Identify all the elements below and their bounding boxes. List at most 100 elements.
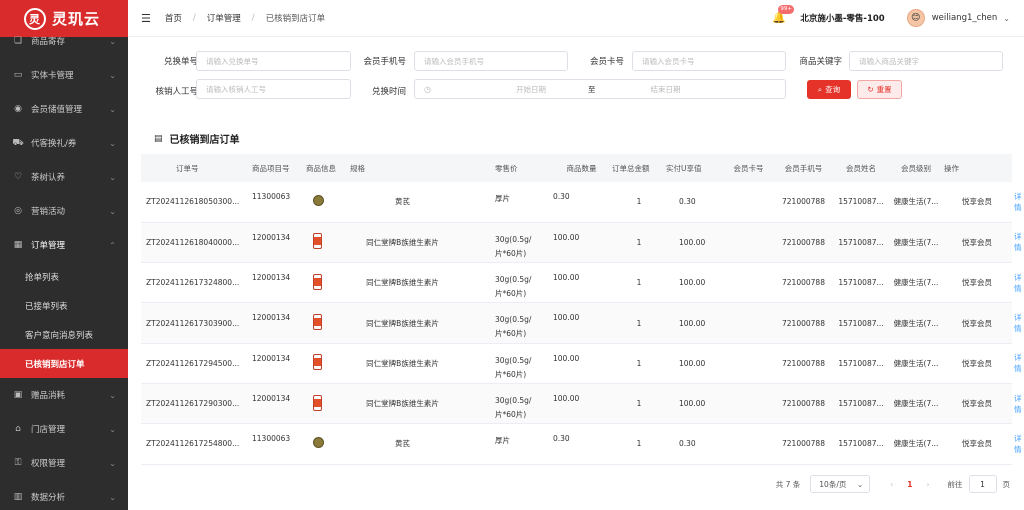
column-header: 会员级别	[890, 154, 942, 182]
member-card: 721000788	[775, 262, 832, 304]
sidebar-item-leaf[interactable]: ♡ 茶树认养 ⌄	[0, 160, 128, 194]
member-level: 悦享会员	[942, 222, 1012, 264]
sidebar-item-grid[interactable]: ▦ 订单管理 ⌃	[0, 228, 128, 262]
table-row: ZT2024112617290300... 12000134 同仁堂牌B族维生素片 3…	[141, 383, 1022, 425]
item-number: 12000134	[241, 383, 298, 425]
store-name[interactable]: 北京施小墨-零售-100	[800, 12, 884, 24]
end-date-input[interactable]: 结束日期	[625, 84, 705, 95]
verifier-input[interactable]: 请输入核销人工号	[196, 79, 351, 99]
sidebar-item-gift[interactable]: ❏ 商品寄存 ⌄	[0, 24, 128, 58]
sidebar-item-wallet[interactable]: ◉ 会员储值管理 ⌄	[0, 92, 128, 126]
member-level: 悦享会员	[942, 302, 1012, 344]
product-name: 黄芪	[350, 423, 495, 465]
product-spec: 30g(0.5g/片*60片)	[495, 383, 551, 425]
detail-link[interactable]: 详情	[1014, 434, 1022, 454]
order-total: 100.00	[666, 222, 722, 264]
avatar[interactable]: 😊	[906, 9, 925, 27]
reset-button[interactable]: ↻ 重置	[857, 80, 902, 99]
breadcrumb-order-management[interactable]: 订单管理	[207, 12, 241, 24]
keyword-input[interactable]: 请输入商品关键字	[849, 51, 1003, 71]
notification-badge: 99+	[778, 5, 794, 14]
product-spec: 厚片	[495, 182, 551, 223]
sidebar-item-label: 订单管理	[31, 241, 66, 251]
detail-link[interactable]: 详情	[1014, 192, 1022, 212]
prev-page-icon[interactable]: ‹	[890, 480, 893, 489]
sidebar-subitem[interactable]: 抢单列表	[0, 262, 128, 291]
retail-price: 100.00	[551, 302, 612, 344]
product-name: 同仁堂牌B族维生素片	[350, 383, 495, 425]
member-name: 健康生活(7...	[890, 343, 942, 384]
chevron-down-icon[interactable]: ⌄	[1003, 14, 1010, 23]
sidebar-item-box[interactable]: ▣ 赠品消耗 ⌄	[0, 378, 128, 412]
sidebar-item-label: 门店管理	[31, 425, 66, 435]
product-spec: 30g(0.5g/片*60片)	[495, 262, 551, 304]
cart-icon: ⛟	[12, 137, 24, 148]
hamburger-icon[interactable]: ☰	[141, 12, 151, 25]
sidebar-item-label: 实体卡管理	[31, 71, 74, 81]
sidebar-item-label: 权限管理	[31, 459, 66, 469]
product-name: 同仁堂牌B族维生素片	[350, 343, 495, 384]
quantity: 1	[612, 383, 666, 425]
detail-link[interactable]: 详情	[1014, 232, 1022, 252]
breadcrumb-separator: /	[251, 13, 255, 23]
verifier-label: 核销人工号	[155, 87, 198, 97]
bell-icon[interactable]: 🔔 99+	[772, 5, 794, 25]
sidebar-subitem[interactable]: 客户意向消息列表	[0, 320, 128, 349]
sidebar-item-chart[interactable]: ▥ 数据分析 ⌄	[0, 480, 128, 510]
sidebar-menu: ❏ 商品寄存 ⌄ ▭ 实体卡管理 ⌄ ◉ 会员储值管理 ⌄ ⛟ 代客换礼/券 ⌄ ♡ 茶树认养 ⌄ ◎ 营销活动…	[0, 24, 128, 510]
range-separator: 至	[587, 84, 596, 94]
leaf-icon: ♡	[13, 172, 23, 182]
redeem-no-input[interactable]: 请输入兑换单号	[196, 51, 351, 71]
detail-link[interactable]: 详情	[1014, 353, 1022, 373]
detail-link[interactable]: 详情	[1014, 394, 1022, 414]
sidebar-subitem[interactable]: 已接单列表	[0, 291, 128, 320]
username[interactable]: weiliang1_chen	[932, 13, 998, 23]
page-size-select[interactable]: 10条/页 ⌄	[810, 475, 871, 493]
order-total: 0.30	[666, 423, 722, 465]
start-date-input[interactable]: 开始日期	[491, 84, 571, 95]
detail-link[interactable]: 详情	[1014, 273, 1022, 293]
product-spec: 30g(0.5g/片*60片)	[495, 222, 551, 264]
column-header: 零售价	[495, 154, 551, 182]
chevron-up-icon: ⌃	[109, 240, 116, 250]
member-phone-input[interactable]: 请输入会员手机号	[414, 51, 568, 71]
retail-price: 100.00	[551, 222, 612, 264]
member-card-input[interactable]: 请输入会员卡号	[632, 51, 786, 71]
member-name: 健康生活(7...	[890, 302, 942, 344]
top-header: ☰ 首页 / 订单管理 / 已核销到店订单 🔔 99+ 北京施小墨-零售-100 …	[128, 0, 1024, 37]
chevron-down-icon: ⌄	[109, 390, 116, 400]
member-card: 721000788	[775, 423, 832, 465]
breadcrumb-home[interactable]: 首页	[165, 12, 182, 24]
column-header: 会员手机号	[775, 154, 832, 182]
order-total: 100.00	[666, 262, 722, 304]
quantity: 1	[612, 423, 666, 465]
member-phone: 15710087...	[832, 222, 890, 264]
product-spec: 30g(0.5g/片*60片)	[495, 343, 551, 384]
sidebar-item-cart[interactable]: ⛟ 代客换礼/券 ⌄	[0, 126, 128, 160]
quantity: 1	[612, 343, 666, 384]
sidebar-item-card[interactable]: ▭ 实体卡管理 ⌄	[0, 58, 128, 92]
sidebar-item-store[interactable]: ⌂ 门店管理 ⌄	[0, 412, 128, 446]
product-thumb	[298, 343, 350, 384]
product-thumb	[298, 262, 350, 304]
next-page-icon[interactable]: ›	[927, 480, 930, 489]
search-button[interactable]: ⌕ 查询	[807, 80, 851, 99]
member-name: 健康生活(7...	[890, 423, 942, 465]
chevron-down-icon: ⌄	[109, 458, 116, 468]
sidebar-subitem[interactable]: 已核销到店订单	[0, 349, 128, 378]
sidebar-item-marketing[interactable]: ◎ 营销活动 ⌄	[0, 194, 128, 228]
chevron-down-icon: ⌄	[109, 70, 116, 80]
retail-price: 0.30	[551, 182, 612, 223]
date-range-picker[interactable]: ◷ 开始日期 至 结束日期	[414, 79, 786, 99]
herb-product-image	[313, 195, 324, 207]
lock-icon: ⚿	[14, 458, 22, 468]
current-page[interactable]: 1	[907, 480, 912, 489]
spec-line: 片*60片)	[495, 409, 527, 419]
sidebar-item-lock[interactable]: ⚿ 权限管理 ⌄	[0, 446, 128, 480]
column-header: 订单总金额	[612, 154, 666, 182]
chevron-down-icon: ⌄	[109, 138, 116, 148]
member-card: 721000788	[775, 222, 832, 264]
goto-page-input[interactable]: 1	[968, 475, 997, 493]
bottle-product-image	[313, 314, 322, 331]
detail-link[interactable]: 详情	[1014, 313, 1022, 333]
